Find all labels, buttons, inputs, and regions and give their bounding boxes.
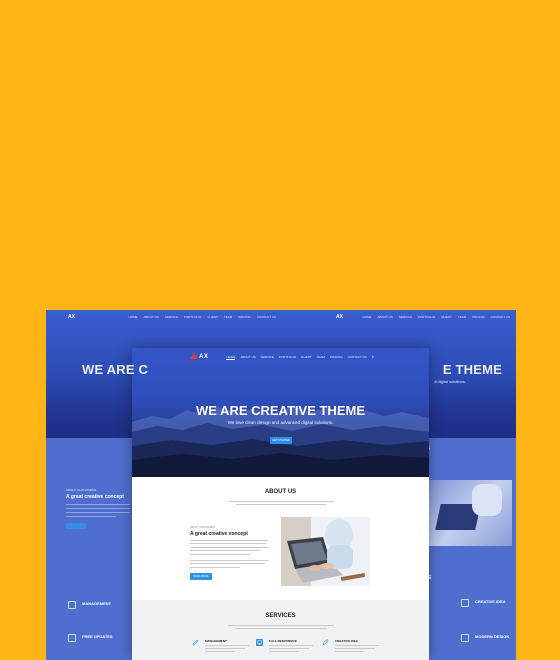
about-text-block: ABOUT OUR WORKS A great creative concept… — [190, 526, 270, 580]
nav-item-portfolio[interactable]: PORTFOLIO — [279, 355, 296, 360]
background-read-more-button — [66, 523, 86, 529]
background-nav-item: PORTFOLIO — [183, 315, 202, 319]
about-title: A great creative concept — [190, 531, 248, 537]
nav-item-contact[interactable]: CONTACT US — [348, 355, 367, 360]
background-nav-item: PORTFOLIO — [417, 315, 436, 319]
about-intro-text — [228, 499, 334, 507]
background-nav-item: HOME — [128, 315, 138, 319]
background-feature: MODERN DESIGN — [461, 634, 510, 642]
background-about-title: A great creative concept — [66, 494, 124, 500]
about-laptop-photo — [281, 517, 370, 586]
background-feature-title: MANAGEMENT — [82, 601, 112, 606]
background-nav-item: SERVICE — [398, 315, 412, 319]
pencil-icon — [322, 639, 329, 646]
background-feature-title: FREE UPDATES — [82, 634, 113, 639]
background-nav-item: SERVICE — [164, 315, 178, 319]
logo-text: AX — [199, 354, 209, 360]
background-nav-item: PRICING — [472, 315, 485, 319]
service-title: FULL RESPONSIVE — [269, 639, 297, 643]
background-feature-title: CREATIVE IDEA — [475, 599, 506, 604]
background-nav-item: ABOUT US — [377, 315, 393, 319]
nav-item-about[interactable]: ABOUT US — [240, 355, 255, 360]
service-item: FULL RESPONSIVE — [256, 639, 329, 654]
hero-title: WE ARE CREATIVE THEME — [195, 403, 365, 418]
nav-item-client[interactable]: CLIENT — [301, 355, 312, 360]
about-kicker: ABOUT OUR WORKS — [190, 526, 215, 529]
about-body-text — [190, 539, 270, 568]
background-about: ABOUT OUR WORKS A great creative concept — [66, 488, 130, 529]
hero-subtitle: We love clean design and advanced digita… — [227, 420, 334, 425]
background-feature-text — [82, 609, 111, 614]
background-headline: E THEME — [442, 362, 502, 377]
service-item: CREATIVE IDEA — [322, 639, 395, 654]
service-text — [205, 645, 265, 652]
services-intro-text — [228, 623, 334, 631]
background-nav-item: TEAM — [457, 315, 467, 319]
background-subtitle: d digital solutions. — [434, 379, 466, 384]
service-text — [269, 645, 329, 652]
logo-triangle-icon — [190, 353, 198, 359]
search-icon[interactable]: ⚲ — [372, 355, 374, 360]
website-preview: AX HOME ABOUT US SERVICE PORTFOLIO CLIEN… — [132, 348, 429, 660]
services-heading: SERVICES — [265, 613, 296, 619]
about-section: ABOUT US ABOUT OUR WORKS A great creativ… — [132, 477, 429, 600]
background-feature-title: MODERN DESIGN — [475, 634, 510, 639]
services-section: SERVICES MANAGEMENT FULL RESPONSIVE CREA… — [132, 600, 429, 660]
background-feature: MANAGEMENT — [68, 601, 112, 614]
background-logo: AX — [68, 314, 75, 320]
nav-item-home[interactable]: HOME — [226, 355, 236, 360]
read-more-button[interactable]: READ MORE — [190, 572, 212, 580]
background-kicker: ABOUT OUR WORKS — [66, 488, 96, 492]
nav-links: HOME ABOUT US SERVICE PORTFOLIO CLIENT T… — [226, 355, 374, 360]
background-nav-item: TEAM — [223, 315, 233, 319]
background-nav-item: PRICING — [238, 315, 251, 319]
background-feature-icon — [461, 634, 469, 642]
about-heading: ABOUT US — [264, 489, 297, 495]
background-nav-item: CONTACT US — [256, 315, 276, 319]
background-logo: AX — [336, 314, 343, 320]
background-nav: AX HOME ABOUT US SERVICE PORTFOLIO CLIEN… — [46, 310, 282, 324]
nav-item-service[interactable]: SERVICE — [261, 355, 274, 360]
background-text-lines — [66, 504, 130, 517]
nav-item-pricing[interactable]: PRICING — [330, 355, 343, 360]
background-feature-icon — [68, 634, 76, 642]
background-feature: FREE UPDATES — [68, 634, 113, 647]
background-feature: CREATIVE IDEA — [461, 599, 506, 607]
laptop-image — [281, 517, 370, 586]
background-nav-item: HOME — [362, 315, 372, 319]
background-feature-icon — [68, 601, 76, 609]
get-started-button[interactable]: GET STARTED — [270, 437, 292, 444]
pen-icon — [192, 639, 199, 646]
service-text — [335, 645, 395, 652]
background-nav-item: CLIENT — [207, 315, 218, 319]
background-nav: AX HOME ABOUT US SERVICE PORTFOLIO CLIEN… — [280, 310, 516, 324]
service-title: CREATIVE IDEA — [335, 639, 358, 643]
monitor-icon — [256, 639, 263, 646]
background-nav-item: CONTACT US — [490, 315, 510, 319]
mountain-landscape — [132, 406, 429, 477]
background-feature-text — [82, 642, 113, 647]
nav-item-team[interactable]: TEAM — [317, 355, 325, 360]
background-feature-icon — [461, 599, 469, 607]
background-headline: WE ARE C — [82, 362, 149, 377]
background-nav-item: ABOUT US — [143, 315, 159, 319]
background-nav-item: CLIENT — [441, 315, 452, 319]
brand-logo[interactable]: AX — [190, 353, 208, 360]
background-laptop-photo — [428, 480, 512, 546]
